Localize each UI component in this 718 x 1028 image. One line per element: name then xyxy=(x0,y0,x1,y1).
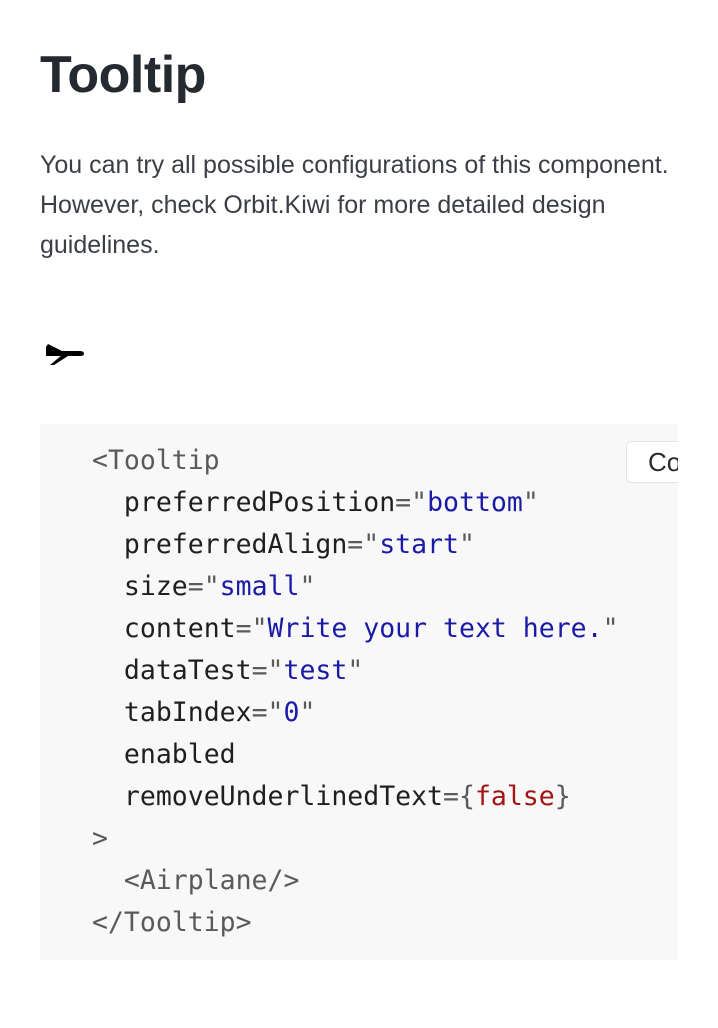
code-open-tag-end: > xyxy=(92,823,108,854)
code-prop-name: removeUnderlinedText xyxy=(123,781,444,812)
code-prop-close: } xyxy=(554,781,571,812)
copy-button[interactable]: Copy xyxy=(626,441,678,483)
code-prop-value: Write your text here. xyxy=(267,613,603,644)
code-prop-close: " xyxy=(299,571,316,602)
intro-text: You can try all possible configurations … xyxy=(40,151,669,259)
code-close-tag: </Tooltip> xyxy=(92,907,252,938)
code-open-tag: <Tooltip xyxy=(92,445,220,476)
code-prop-value: false xyxy=(474,781,555,812)
code-prop-value: small xyxy=(219,571,300,602)
code-prop-eq: ={ xyxy=(443,781,475,812)
code-prop-eq: =" xyxy=(395,487,428,518)
tooltip-preview[interactable] xyxy=(40,328,100,376)
code-block: <Tooltip preferredPosition="bottom" pref… xyxy=(40,424,678,960)
code-prop-name: enabled xyxy=(123,739,236,770)
page-title: Tooltip xyxy=(40,46,206,104)
code-prop-name: tabIndex xyxy=(123,697,252,728)
code-prop-eq: =" xyxy=(235,613,268,644)
code-prop-name: preferredPosition xyxy=(123,487,396,518)
code-prop-name: dataTest xyxy=(123,655,252,686)
code-prop-name: preferredAlign xyxy=(123,529,348,560)
code-snippet[interactable]: <Tooltip preferredPosition="bottom" pref… xyxy=(92,440,619,944)
code-prop-value: 0 xyxy=(283,697,300,728)
code-prop-eq: =" xyxy=(251,655,284,686)
code-prop-name: size xyxy=(123,571,188,602)
code-prop-close: " xyxy=(522,487,539,518)
code-prop-close: " xyxy=(602,613,619,644)
airplane-icon[interactable] xyxy=(40,328,88,376)
code-prop-name: content xyxy=(123,613,236,644)
code-prop-eq: =" xyxy=(347,529,380,560)
code-prop-eq: =" xyxy=(187,571,220,602)
code-prop-value: test xyxy=(283,655,348,686)
code-child-tag: <Airplane/> xyxy=(123,865,300,896)
code-prop-value: start xyxy=(379,529,459,560)
code-prop-eq: =" xyxy=(251,697,284,728)
code-prop-close: " xyxy=(299,697,316,728)
code-prop-close: " xyxy=(347,655,364,686)
code-prop-close: " xyxy=(459,529,475,560)
code-prop-value: bottom xyxy=(427,487,523,518)
